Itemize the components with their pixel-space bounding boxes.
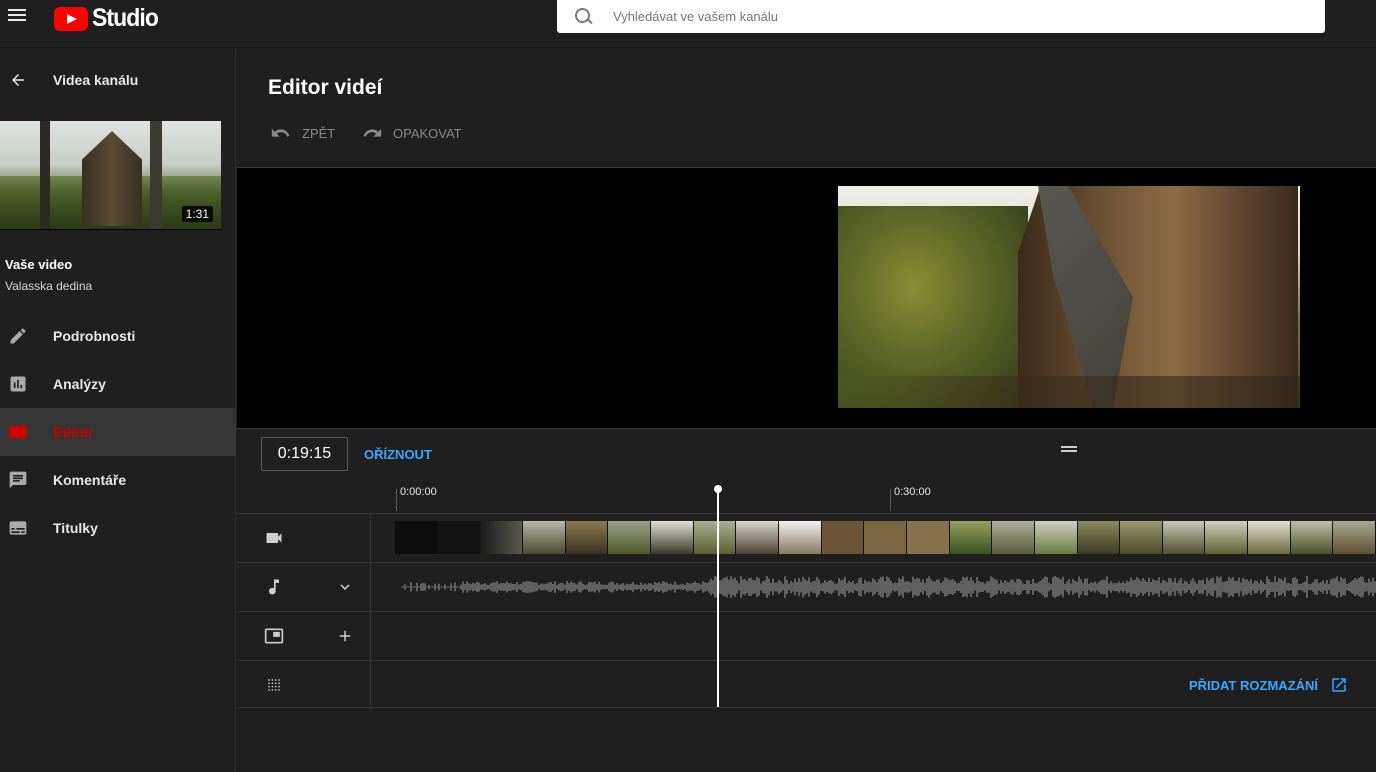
- sidebar-item-label: Analýzy: [53, 376, 106, 392]
- page-title: Editor videí: [268, 76, 383, 99]
- sidebar-item-label: Editor: [53, 424, 94, 440]
- blur-track: PŘIDAT ROZMAZÁNÍ: [237, 660, 1376, 709]
- top-bar: Studio: [0, 0, 1376, 48]
- your-video-label: Vaše video: [5, 257, 73, 272]
- sidebar-item-label: Titulky: [53, 520, 98, 536]
- ruler-tick: [890, 489, 891, 511]
- music-note-icon: [269, 579, 279, 595]
- open-external-icon: [1332, 678, 1346, 692]
- analytics-icon: [10, 376, 26, 392]
- video-track-body[interactable]: [372, 514, 1376, 562]
- search-input[interactable]: [613, 9, 1213, 24]
- sidebar-item-comments[interactable]: Komentáře: [0, 456, 236, 504]
- comments-icon: [9, 471, 27, 489]
- timecode-display[interactable]: 0:19:15: [261, 437, 348, 471]
- video-filmstrip[interactable]: [395, 521, 1376, 554]
- audio-track-header: [237, 563, 371, 611]
- sidebar-item-subtitles[interactable]: Titulky: [0, 504, 236, 552]
- blur-track-header: [237, 661, 371, 709]
- audio-track-body[interactable]: [372, 563, 1376, 611]
- video-frame[interactable]: [838, 186, 1300, 408]
- divider: [237, 707, 1376, 708]
- playhead[interactable]: [717, 489, 719, 707]
- editor-icon: [9, 425, 27, 439]
- ruler-tick: [396, 489, 397, 511]
- audio-waveform: [401, 576, 1376, 598]
- redo-button[interactable]: OPAKOVAT: [361, 125, 462, 141]
- undo-icon: [271, 128, 290, 137]
- redo-label: OPAKOVAT: [393, 125, 462, 141]
- audio-track: [237, 562, 1376, 611]
- resize-handle-icon[interactable]: [1061, 446, 1077, 452]
- undo-label: ZPĚT: [302, 125, 336, 141]
- end-screen-track-body[interactable]: [372, 612, 1376, 660]
- back-label[interactable]: Videa kanálu: [53, 72, 138, 88]
- subtitles-icon: [9, 521, 27, 535]
- video-thumbnail[interactable]: 1:31: [0, 121, 221, 230]
- sidebar-nav: Podrobnosti Analýzy Editor Komentáře Tit…: [0, 312, 236, 552]
- end-screen-track: [237, 611, 1376, 660]
- timeline-panel: 0:19:15 OŘÍZNOUT 0:00:00 0:30:00 PŘIDAT …: [237, 428, 1376, 772]
- end-screen-track-header: [237, 612, 371, 660]
- video-name: Valasska dedina: [5, 279, 93, 293]
- sidebar: Videa kanálu 1:31 Vaše video Valasska de…: [0, 49, 236, 772]
- back-arrow-icon[interactable]: [9, 71, 27, 89]
- chevron-down-icon[interactable]: [336, 578, 354, 596]
- sidebar-item-analytics[interactable]: Analýzy: [0, 360, 236, 408]
- pencil-icon: [10, 328, 26, 344]
- add-icon[interactable]: [336, 627, 354, 645]
- redo-icon: [363, 128, 382, 137]
- menu-icon[interactable]: [8, 6, 26, 24]
- add-blur-label: PŘIDAT ROZMAZÁNÍ: [1189, 677, 1319, 693]
- ruler-label-30s: 0:30:00: [894, 486, 931, 498]
- app-title: Studio: [92, 4, 159, 32]
- playhead-handle[interactable]: [714, 485, 722, 493]
- ruler-label-start: 0:00:00: [400, 486, 437, 498]
- add-blur-button[interactable]: PŘIDAT ROZMAZÁNÍ: [1189, 676, 1348, 694]
- end-screen-icon: [264, 628, 284, 644]
- video-camera-icon: [266, 533, 282, 543]
- youtube-logo-icon: [54, 6, 88, 31]
- thumbnail-duration: 1:31: [181, 206, 213, 222]
- trim-button[interactable]: OŘÍZNOUT: [364, 447, 432, 462]
- blur-icon: [268, 679, 280, 691]
- editor-main: Editor videí ZPĚT OPAKOVAT 0:19:15 OŘÍZN…: [237, 49, 1376, 772]
- video-preview[interactable]: [237, 168, 1376, 428]
- sidebar-item-label: Komentáře: [53, 472, 127, 488]
- blur-track-body: PŘIDAT ROZMAZÁNÍ: [372, 661, 1376, 709]
- search-icon[interactable]: [574, 7, 594, 27]
- video-track-header: [237, 514, 371, 562]
- search-bar[interactable]: [557, 0, 1325, 33]
- sidebar-item-details[interactable]: Podrobnosti: [0, 312, 236, 360]
- video-track: [237, 513, 1376, 562]
- sidebar-item-editor[interactable]: Editor: [0, 408, 236, 456]
- sidebar-item-label: Podrobnosti: [53, 328, 136, 344]
- undo-button[interactable]: ZPĚT: [270, 125, 335, 141]
- studio-logo[interactable]: Studio: [54, 4, 164, 33]
